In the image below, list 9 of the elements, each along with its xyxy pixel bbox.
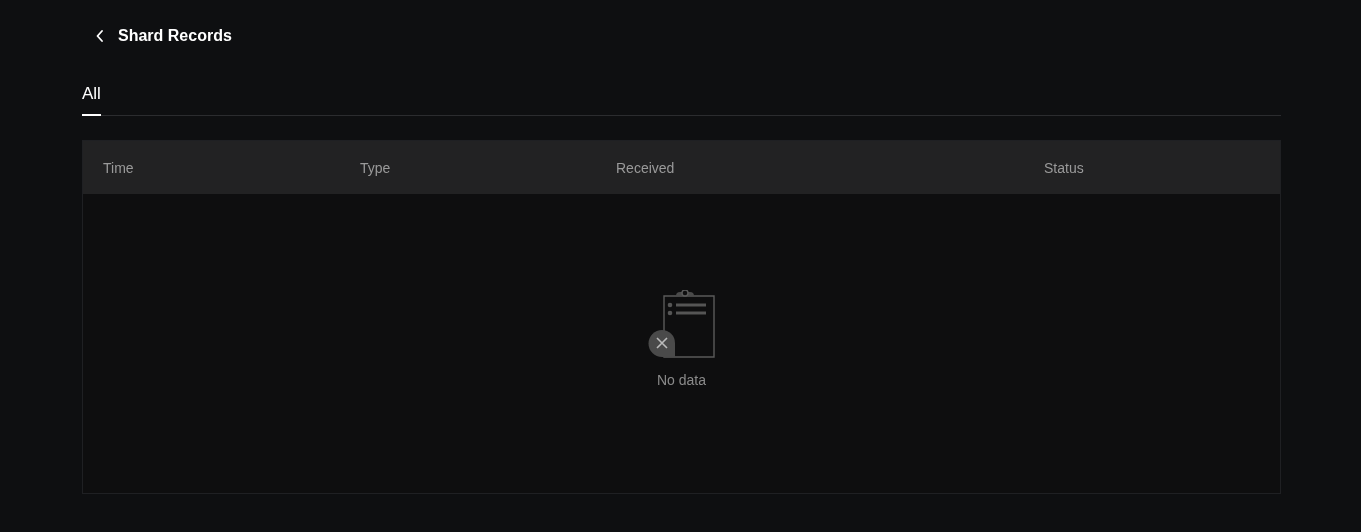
back-icon[interactable] (96, 30, 104, 42)
page-title: Shard Records (118, 27, 232, 45)
column-header: Received (615, 159, 676, 176)
column-header: Status (1043, 159, 1085, 176)
empty-clipboard-icon (647, 289, 716, 358)
column-header: Time (102, 159, 135, 176)
column-header: Type (359, 159, 392, 176)
empty-message: No data (656, 371, 706, 388)
tab[interactable]: All (82, 82, 101, 116)
